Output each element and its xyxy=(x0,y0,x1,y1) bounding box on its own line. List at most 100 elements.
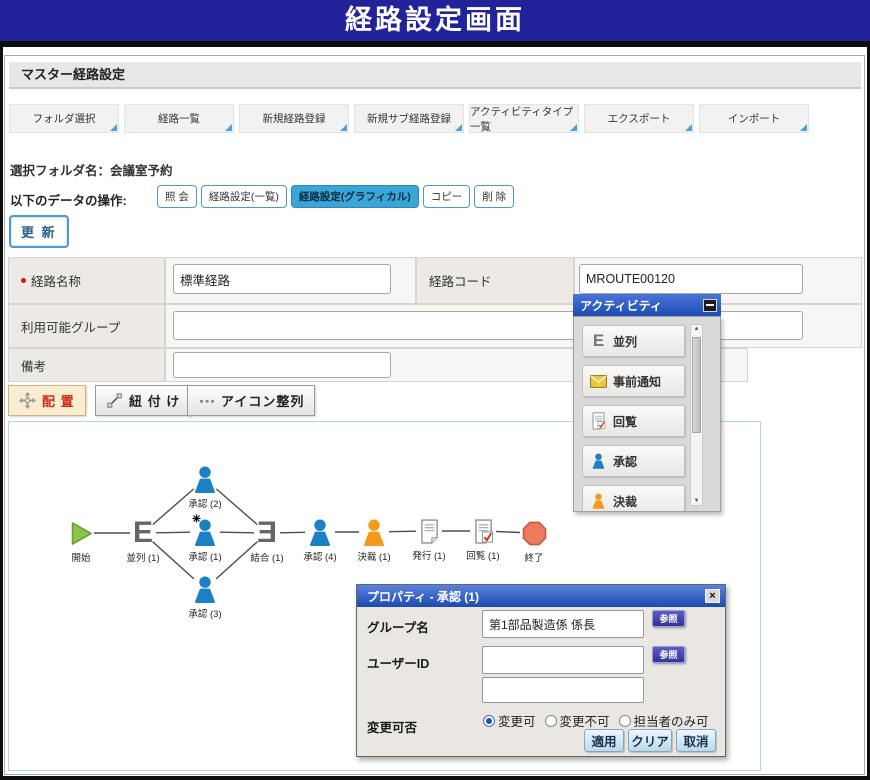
palette-title: アクティビティ xyxy=(580,297,662,314)
tab-corner-icon xyxy=(685,124,692,131)
tab-route-list[interactable]: 経路一覧 xyxy=(124,104,234,133)
person-blue-icon xyxy=(590,453,607,469)
person-blue-icon[interactable] xyxy=(170,517,240,547)
link-button[interactable]: 紐 付 け xyxy=(95,385,191,416)
user-reference-button[interactable]: 参照 xyxy=(652,646,685,663)
envelope-icon xyxy=(590,375,607,388)
radio-not-changeable[interactable]: 変更不可 xyxy=(545,711,610,730)
arrange-button[interactable]: 配 置 xyxy=(8,385,86,416)
tab-label: 新規サブ経路登録 xyxy=(367,111,451,126)
route-name-input[interactable] xyxy=(173,264,391,294)
end-icon[interactable] xyxy=(499,518,569,548)
cancel-button[interactable]: 取消 xyxy=(676,729,716,752)
update-button[interactable]: 更 新 xyxy=(9,215,69,248)
available-group-label: 利用可能グループ xyxy=(21,317,120,336)
scrollbar-thumb[interactable] xyxy=(692,337,701,433)
radio-assignee-only[interactable]: 担当者のみ可 xyxy=(619,711,709,730)
align-icon xyxy=(198,398,215,404)
remarks-label-cell: 備考 xyxy=(8,348,165,382)
property-dialog: プロパティ - 承認 (1) × グループ名 参照 ユーザーID 参照 変更可否… xyxy=(356,584,726,757)
scroll-up-icon[interactable]: ▲ xyxy=(691,326,702,332)
apply-button[interactable]: 適用 xyxy=(584,729,624,752)
radio-icon[interactable] xyxy=(545,715,557,727)
group-name-input[interactable] xyxy=(482,610,644,638)
tab-import[interactable]: インポート xyxy=(699,104,809,133)
parallel-split-icon[interactable]: Ε xyxy=(108,518,178,548)
route-name-label: 経路名称 xyxy=(31,271,81,290)
tab-corner-icon xyxy=(110,124,117,131)
operations-label: 以下のデータの操作: xyxy=(10,190,127,209)
parallel-split-icon: Ε xyxy=(590,333,607,349)
dialog-title: プロパティ - 承認 (1) xyxy=(367,588,479,605)
palette-title-bar[interactable]: アクティビティ xyxy=(573,294,721,316)
palette-item-label: 事前通知 xyxy=(613,373,661,390)
tab-label: 新規経路登録 xyxy=(263,111,326,126)
dialog-title-bar[interactable]: プロパティ - 承認 (1) × xyxy=(357,585,725,607)
align-icons-button[interactable]: アイコン整列 xyxy=(187,385,315,416)
workflow-node-label: 終了 xyxy=(499,550,569,564)
tab-label: フォルダ選択 xyxy=(33,111,96,126)
user-id-label: ユーザーID xyxy=(367,653,429,672)
workflow-node[interactable]: 承認 (3) xyxy=(170,574,240,620)
person-orange-icon xyxy=(590,493,607,509)
route-setting-list-button[interactable]: 経路設定(一覧) xyxy=(201,185,287,208)
route-code-label-cell: 経路コード xyxy=(416,257,574,304)
delete-button[interactable]: 削 除 xyxy=(474,185,514,208)
selected-folder-label: 選択フォルダ名： xyxy=(10,164,110,178)
workflow-node[interactable]: 終了 xyxy=(499,518,569,564)
workflow-node[interactable]: Ε並列 (1) xyxy=(108,518,178,564)
radio-label: 担当者のみ可 xyxy=(634,711,709,730)
tab-corner-icon xyxy=(225,124,232,131)
tab-label: インポート xyxy=(728,111,781,126)
scroll-down-icon[interactable]: ▼ xyxy=(691,498,702,504)
palette-item-approve[interactable]: 承認 xyxy=(582,445,685,477)
required-marker-icon xyxy=(21,278,26,283)
workflow-node-label: 承認 (2) xyxy=(170,496,240,510)
operations-buttons: 照 会 経路設定(一覧) 経路設定(グラフィカル) コピー 削 除 xyxy=(157,185,514,208)
tab-folder-select[interactable]: フォルダ選択 xyxy=(9,104,119,133)
inquiry-button[interactable]: 照 会 xyxy=(157,185,197,208)
tab-corner-icon xyxy=(570,124,577,131)
selected-folder: 選択フォルダ名：会議室予約 xyxy=(10,160,173,179)
move-icon xyxy=(19,392,36,409)
workflow-node[interactable]: 承認 (1) xyxy=(170,517,240,563)
route-code-label: 経路コード xyxy=(429,271,492,290)
palette-item-label: 決裁 xyxy=(613,493,637,510)
radio-changeable[interactable]: 変更可 xyxy=(483,711,536,730)
workflow-node[interactable]: 開始 xyxy=(46,518,116,564)
tab-label: 経路一覧 xyxy=(158,111,200,126)
remarks-input[interactable] xyxy=(173,352,391,378)
group-reference-button[interactable]: 参照 xyxy=(652,610,685,627)
page-title: 経路設定画面 xyxy=(0,0,870,41)
available-group-label-cell: 利用可能グループ xyxy=(8,304,165,348)
changeable-label: 変更可否 xyxy=(367,717,417,736)
tab-new-route[interactable]: 新規経路登録 xyxy=(239,104,349,133)
start-icon[interactable] xyxy=(46,518,116,548)
route-name-label-cell: 経路名称 xyxy=(8,257,165,304)
person-blue-icon[interactable] xyxy=(170,574,240,604)
palette-scrollbar[interactable]: ▲ ▼ xyxy=(690,324,703,506)
workflow-node[interactable]: 承認 (2) xyxy=(170,464,240,510)
user-id-input-2[interactable] xyxy=(482,677,644,703)
palette-item-label: 回覧 xyxy=(613,413,637,430)
route-setting-graphical-button[interactable]: 経路設定(グラフィカル) xyxy=(291,185,419,208)
tab-new-sub-route[interactable]: 新規サブ経路登録 xyxy=(354,104,464,133)
palette-item-prenotice[interactable]: 事前通知 xyxy=(582,365,685,397)
tab-export[interactable]: エクスポート xyxy=(584,104,694,133)
radio-icon[interactable] xyxy=(483,715,495,727)
changeable-options: 変更可 変更不可 担当者のみ可 xyxy=(483,711,709,730)
tab-label: エクスポート xyxy=(608,111,671,126)
route-code-input[interactable] xyxy=(579,264,803,294)
palette-item-parallel[interactable]: Ε並列 xyxy=(582,325,685,357)
radio-icon[interactable] xyxy=(619,715,631,727)
copy-button[interactable]: コピー xyxy=(423,185,471,208)
tab-activity-type-list[interactable]: アクティビティタイプ一覧 xyxy=(469,104,579,133)
minimize-icon[interactable] xyxy=(703,299,717,312)
person-blue-icon[interactable] xyxy=(170,464,240,494)
workflow-node-label: 承認 (3) xyxy=(170,606,240,620)
palette-item-decide[interactable]: 決裁 xyxy=(582,485,685,512)
close-icon[interactable]: × xyxy=(705,589,720,603)
user-id-input[interactable] xyxy=(482,646,644,674)
palette-item-circulate[interactable]: 回覧 xyxy=(582,405,685,437)
clear-button[interactable]: クリア xyxy=(628,729,672,752)
